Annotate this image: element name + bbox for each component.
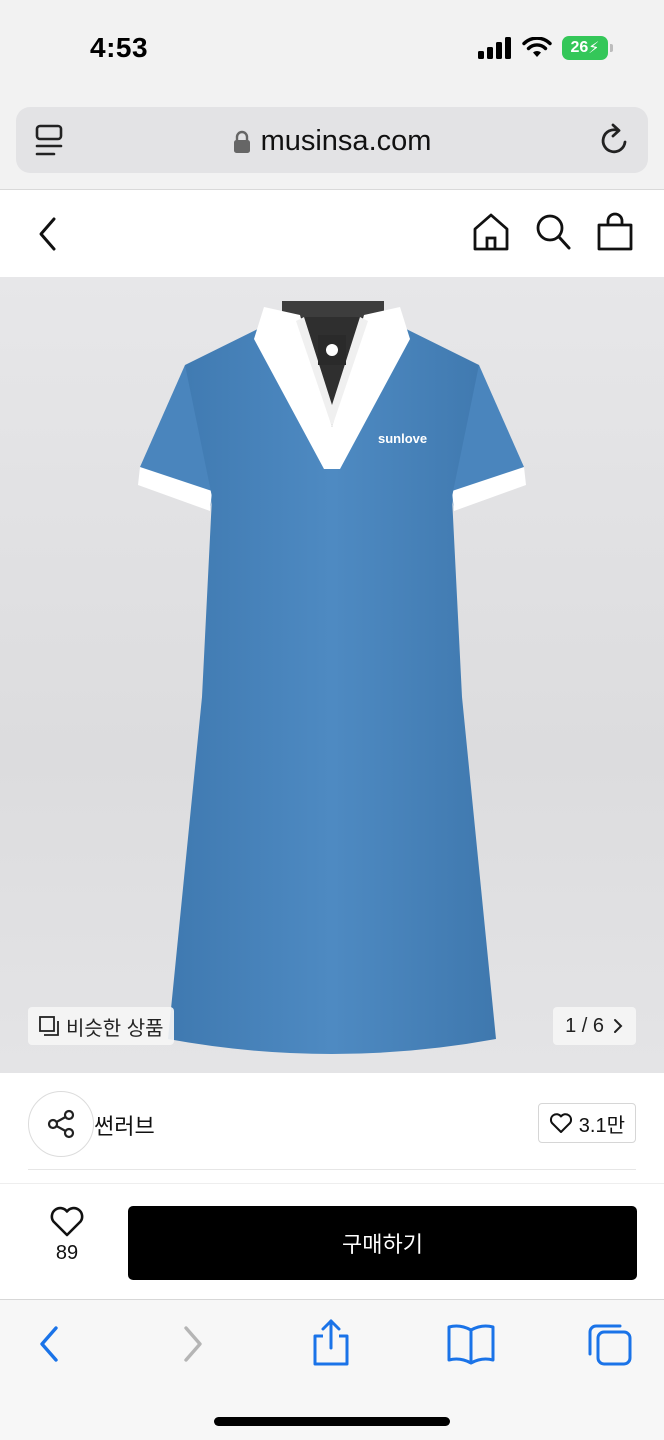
similar-products-button[interactable]: 비슷한 상품 bbox=[28, 1007, 174, 1045]
url-text: musinsa.com bbox=[260, 125, 432, 157]
bag-icon[interactable] bbox=[596, 211, 634, 253]
share-button[interactable] bbox=[28, 1091, 94, 1157]
app-header bbox=[0, 191, 664, 277]
status-time: 4:53 bbox=[90, 32, 149, 63]
purchase-bar: 89 구매하기 bbox=[0, 1183, 664, 1299]
search-icon[interactable] bbox=[534, 211, 572, 253]
back-icon[interactable] bbox=[30, 213, 66, 255]
signal-icon bbox=[478, 37, 511, 59]
chevron-right-icon bbox=[614, 1019, 623, 1033]
home-icon[interactable] bbox=[472, 211, 510, 253]
like-button[interactable]: 89 bbox=[34, 1206, 100, 1265]
status-indicators: 26 ⚡ bbox=[478, 36, 613, 60]
brand-row: 썬러브 3.1만 bbox=[0, 1073, 664, 1183]
brand-wish-count: 3.1만 bbox=[578, 1114, 625, 1137]
reload-icon[interactable] bbox=[598, 122, 632, 158]
battery-icon: 26 ⚡ bbox=[562, 36, 613, 60]
address-bar[interactable]: musinsa.com bbox=[16, 107, 648, 173]
like-count: 89 bbox=[55, 1242, 79, 1264]
safari-share-icon[interactable] bbox=[310, 1318, 352, 1368]
image-pager[interactable]: 1 / 6 bbox=[553, 1007, 636, 1045]
share-icon bbox=[47, 1109, 75, 1139]
product-image[interactable]: sunlove 비슷한 상품 1 / 6 bbox=[0, 277, 664, 1073]
bookmarks-icon[interactable] bbox=[446, 1322, 496, 1366]
safari-back-icon[interactable] bbox=[32, 1322, 66, 1366]
heart-icon bbox=[50, 1206, 84, 1237]
dress-logo: sunlove bbox=[378, 431, 427, 446]
brand-name[interactable]: 썬러브 bbox=[94, 1109, 155, 1141]
status-bar: 4:53 26 ⚡ bbox=[0, 0, 664, 100]
brand-wish-button[interactable]: 3.1만 bbox=[537, 1103, 636, 1143]
gallery-icon bbox=[39, 1016, 59, 1036]
header-actions bbox=[472, 211, 634, 253]
wifi-icon bbox=[522, 37, 552, 57]
dress-illustration: sunlove bbox=[138, 301, 526, 1054]
divider bbox=[28, 1169, 636, 1170]
safari-forward-icon[interactable] bbox=[176, 1322, 210, 1366]
pager-text: 1 / 6 bbox=[565, 1014, 604, 1037]
buy-button[interactable]: 구매하기 bbox=[128, 1206, 637, 1280]
heart-icon bbox=[549, 1113, 572, 1133]
lock-icon bbox=[233, 130, 250, 153]
tabs-icon[interactable] bbox=[586, 1320, 634, 1368]
home-indicator bbox=[214, 1417, 450, 1426]
browser-address-area: musinsa.com bbox=[0, 100, 664, 190]
battery-level: 26 bbox=[570, 39, 589, 56]
similar-products-label: 비슷한 상품 bbox=[66, 1017, 164, 1040]
safari-toolbar bbox=[0, 1299, 664, 1440]
url-display[interactable]: musinsa.com bbox=[16, 125, 648, 158]
